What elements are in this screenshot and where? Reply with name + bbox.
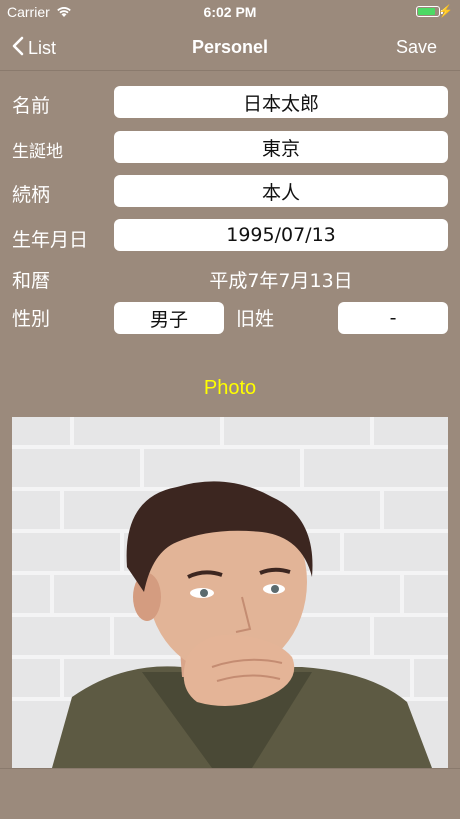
bottom-toolbar — [0, 768, 460, 819]
wareki-label: 和暦 — [12, 270, 51, 292]
name-label: 名前 — [12, 95, 51, 117]
birthdate-field[interactable]: 1995/07/13 — [114, 219, 448, 251]
birthdate-label: 生年月日 — [12, 229, 89, 251]
status-bar: Carrier 6:02 PM ⚡ — [0, 0, 460, 26]
save-button[interactable]: Save — [396, 37, 437, 58]
relation-field[interactable]: 本人 — [114, 175, 448, 207]
maiden-name-label: 旧姓 — [236, 308, 275, 330]
charging-icon: ⚡ — [438, 4, 453, 18]
birthplace-field[interactable]: 東京 — [114, 131, 448, 163]
gender-label: 性別 — [12, 308, 51, 330]
photo-image — [12, 417, 448, 768]
navigation-bar: List Personel Save — [0, 26, 460, 71]
birthplace-label: 生誕地 — [12, 142, 63, 162]
relation-label: 続柄 — [12, 184, 51, 206]
clock: 6:02 PM — [203, 4, 257, 20]
battery-icon — [416, 6, 443, 17]
name-field[interactable]: 日本太郎 — [114, 86, 448, 118]
profile-photo[interactable] — [12, 417, 448, 768]
gender-field[interactable]: 男子 — [114, 302, 224, 334]
photo-label: Photo — [203, 377, 257, 399]
page-title: Personel — [191, 37, 269, 57]
maiden-name-field[interactable]: - — [338, 302, 448, 334]
wareki-value: 平成7年7月13日 — [209, 270, 353, 292]
